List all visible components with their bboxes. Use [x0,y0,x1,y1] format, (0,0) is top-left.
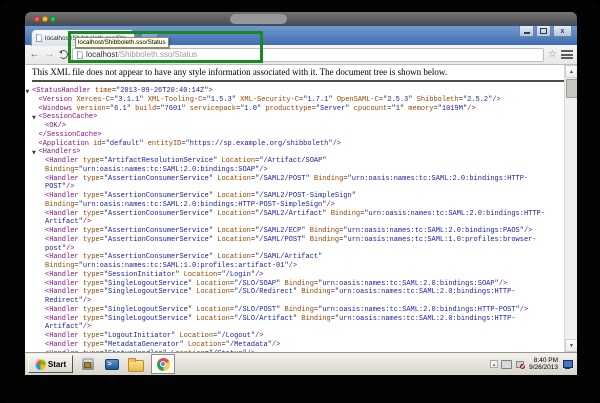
hidden-icons-button[interactable]: ▲ [490,360,498,368]
xml-line: <Handler type="AssertionConsumerService"… [25,253,577,262]
minimize-icon [524,32,530,34]
xml-line: <Handler type="ArtifactResolutionService… [25,157,577,166]
xml-line: <Version Xerces-C="3.1.1" XML-Tooling-C=… [25,96,577,105]
powershell-button[interactable]: > [103,356,120,373]
windows-logo-icon [35,359,46,370]
alert-badge-icon [520,364,526,370]
xml-line: Binding="urn:oasis:names:tc:SAML:1.0:pro… [25,262,577,271]
mac-close-button[interactable] [34,16,40,22]
chevron-up-icon: ▲ [492,362,496,367]
xml-line: <Handler type="AssertionConsumerService"… [25,236,577,245]
tray-display-icon[interactable] [501,360,512,369]
system-tray: ▲ 8:40 PM 9/26/2013 [490,357,574,372]
xml-line: <Windows version="6.1" build="7601" serv… [25,105,577,114]
powershell-icon: > [105,359,119,370]
chrome-menu-button[interactable] [561,50,573,59]
xml-line: Binding="urn:oasis:names:tc:SAML:2.0:bin… [25,201,577,210]
xml-line: ▼<SessionCache> [25,113,577,122]
vm-window: localhost/Shibboleth.sso/Sta... x ← → lo… [25,12,577,375]
explorer-button[interactable] [127,356,144,373]
xml-notice: This XML file does not appear to have an… [32,67,557,77]
mac-minimize-button[interactable] [42,16,48,22]
xml-line: <Handler type="AssertionConsumerService"… [25,227,577,236]
windows-taskbar: Start > ▲ 8:40 PM 9/26/2013 [25,352,577,375]
scrollbar-thumb[interactable] [566,79,577,98]
xml-tree: ▼<StatusHandler time="2013-09-26T20:40:1… [25,87,577,352]
forward-button[interactable]: → [44,50,55,60]
xml-line: Artifact"/> [25,323,577,332]
xml-line: <Handler type="SingleLogoutService" Loca… [25,280,577,289]
xml-line: ▼<StatusHandler time="2013-09-26T20:40:1… [25,87,577,96]
xml-line: POST"/> [25,183,577,192]
folder-icon [128,360,144,372]
page-content: This XML file does not appear to have an… [25,65,577,352]
server-manager-icon [82,358,94,370]
xml-line: <Handler type="SessionInitiator" Locatio… [25,271,577,280]
clock-time: 8:40 PM [529,357,558,365]
titlebar-lozenge [230,14,287,24]
clock-date: 9/26/2013 [529,364,558,372]
traffic-lights [34,16,56,22]
mac-titlebar [25,12,577,25]
xml-line: <Handler type="SingleLogoutService" Loca… [25,315,577,324]
divider [32,80,572,82]
server-manager-button[interactable] [79,356,96,373]
xml-line: Binding="urn:oasis:names:tc:SAML:2.0:bin… [25,166,577,175]
xml-line: <Handler type="AssertionConsumerService"… [25,210,577,219]
minimize-button[interactable] [519,26,534,37]
scroll-down-button[interactable]: ▼ [565,339,577,352]
xml-line: <Handler type="AssertionConsumerService"… [25,175,577,184]
xml-line: post"/> [25,245,577,254]
notification-icon[interactable] [515,360,524,368]
bookmark-star-icon[interactable]: ☆ [548,50,557,60]
start-label: Start [48,360,66,369]
page-favicon-icon [36,34,42,42]
start-button[interactable]: Start [28,355,73,373]
xml-line: Redirect"/> [25,297,577,306]
close-button[interactable]: x [553,26,572,37]
xml-line: <Application id="default" entityID="http… [25,140,577,149]
mac-zoom-button[interactable] [50,16,56,22]
xml-line: Artifact"/> [25,218,577,227]
scroll-up-button[interactable]: ▲ [565,65,577,78]
xml-line: <OK/> [25,122,577,131]
taskbar-clock[interactable]: 8:40 PM 9/26/2013 [527,357,560,372]
xml-line: ▼<Handlers> [25,148,577,157]
scrollbar[interactable]: ▲ ▼ [564,65,577,352]
xml-line: <Handler type="AssertionConsumerService"… [25,192,577,201]
close-icon: x [561,28,565,35]
restore-button[interactable] [536,26,551,37]
refresh-button[interactable] [59,50,68,59]
xml-line: <Handler type="SingleLogoutService" Loca… [25,288,577,297]
chrome-taskbar-button[interactable] [151,354,175,374]
tab-tooltip: localhost/Shibboleth.sso/Status [75,37,169,48]
xml-line: <Handler type="MetadataGenerator" Locati… [25,341,577,350]
screenshot-root: localhost/Shibboleth.sso/Sta... x ← → lo… [0,0,600,403]
xml-line: <Handler type="LogoutInitiator" Location… [25,332,577,341]
network-status-icon[interactable] [563,360,573,369]
back-button[interactable]: ← [29,50,40,60]
quick-launch: > [79,354,175,374]
restore-icon [540,28,547,34]
xml-line: <Handler type="SingleLogoutService" Loca… [25,306,577,315]
xml-line: </SessionCache> [25,131,577,140]
chrome-icon [157,358,170,371]
window-controls: x [519,26,572,37]
